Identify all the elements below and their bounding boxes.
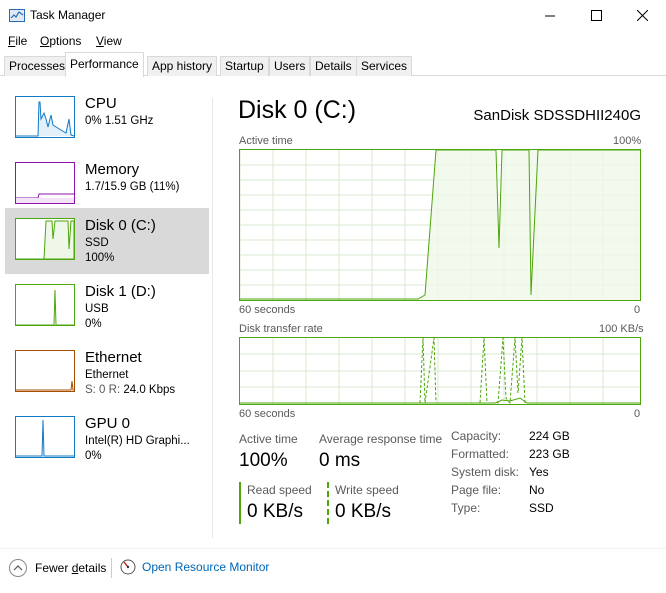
tab-startup[interactable]: Startup — [220, 56, 269, 76]
sidebar-subtitle: Ethernet — [85, 369, 129, 381]
property-value: 224 GB — [529, 429, 570, 443]
active-time-graph-label: Active time — [239, 135, 293, 147]
tab-users[interactable]: Users — [269, 56, 311, 76]
sidebar-subtitle: SSD — [85, 237, 109, 249]
property-key: Type: — [451, 501, 481, 515]
tab-processes[interactable]: Processes — [4, 56, 71, 76]
tab-app-history[interactable]: App history — [147, 56, 218, 76]
sidebar-title: CPU — [85, 95, 117, 112]
disk-0-thumbnail-graph — [15, 218, 75, 260]
sidebar-item-gpu-0[interactable]: GPU 0 Intel(R) HD Graphi... 0% — [5, 406, 209, 472]
sidebar-detail: 0% — [85, 318, 102, 330]
menu-options-rest: ptions — [49, 34, 82, 48]
property-key: Page file: — [451, 483, 502, 497]
sidebar-title: Ethernet — [85, 349, 142, 366]
resource-monitor-icon — [120, 559, 136, 575]
property-key: System disk: — [451, 465, 520, 479]
task-manager-app-icon — [9, 9, 25, 22]
sidebar-title: Memory — [85, 161, 140, 178]
fewer-details-button[interactable]: Fewer details — [9, 559, 106, 577]
transfer-rate-graph-min: 0 — [634, 408, 641, 420]
minimize-button[interactable] — [527, 0, 573, 31]
tab-performance[interactable]: Performance — [65, 52, 144, 77]
close-button[interactable] — [619, 0, 665, 31]
transfer-rate-graph-label: Disk transfer rate — [239, 323, 323, 335]
active-time-graph-min: 0 — [634, 304, 641, 316]
write-speed-value: 0 KB/s — [335, 501, 391, 522]
sidebar-subtitle: 1.7/15.9 GB (11%) — [85, 181, 180, 193]
active-time-graph-timespan: 60 seconds — [239, 304, 296, 316]
transfer-rate-graph — [239, 337, 641, 405]
menu-file[interactable]: File — [8, 34, 27, 48]
sidebar-detail: 100% — [85, 252, 115, 264]
footer-divider — [0, 548, 666, 549]
open-resource-monitor-link[interactable]: Open Resource Monitor — [120, 559, 269, 575]
transfer-rate-graph-max: 100 KB/s — [599, 323, 644, 335]
window-title: Task Manager — [30, 8, 106, 22]
tab-details[interactable]: Details — [310, 56, 357, 76]
fewer-details-label: Fewer details — [35, 561, 107, 575]
menu-options[interactable]: Options — [40, 34, 81, 48]
sidebar-subtitle: Intel(R) HD Graphi... — [85, 435, 190, 447]
read-speed-label: Read speed — [247, 483, 312, 497]
sidebar-item-disk-1[interactable]: Disk 1 (D:) USB 0% — [5, 274, 209, 340]
page-title: Disk 0 (C:) — [238, 96, 357, 124]
menu-view-rest: iew — [103, 34, 122, 48]
chevron-up-icon — [9, 559, 27, 577]
menu-options-accel: O — [40, 34, 50, 48]
ethernet-receive-value: 24.0 Kbps — [123, 384, 176, 396]
disk-1-thumbnail-graph — [15, 284, 75, 326]
read-speed-indicator — [239, 482, 241, 524]
property-key: Capacity: — [451, 429, 502, 443]
sidebar-detail: 0% — [85, 450, 102, 462]
resource-sidebar: CPU 0% 1.51 GHz Memory 1.7/15.9 GB (11%)… — [0, 76, 212, 538]
sidebar-subtitle: USB — [85, 303, 109, 315]
tab-bar: Processes Performance App history Startu… — [0, 52, 666, 77]
active-time-graph — [239, 149, 641, 301]
avg-response-time-label: Average response time — [319, 432, 443, 446]
property-value: Yes — [529, 465, 549, 479]
ethernet-send-receive-prefix: S: 0 R: — [85, 384, 124, 396]
read-speed-value: 0 KB/s — [247, 501, 303, 522]
active-time-graph-max: 100% — [613, 135, 642, 147]
menu-file-rest: ile — [15, 34, 28, 48]
memory-thumbnail-graph — [15, 162, 75, 204]
active-time-value: 100% — [239, 450, 288, 471]
menu-view[interactable]: View — [96, 34, 122, 48]
sidebar-title: GPU 0 — [85, 415, 131, 432]
transfer-rate-graph-timespan: 60 seconds — [239, 408, 296, 420]
title-bar: Task Manager — [0, 0, 666, 31]
minimize-icon — [545, 15, 555, 16]
sidebar-title: Disk 1 (D:) — [85, 283, 156, 300]
sidebar-subtitle: 0% 1.51 GHz — [85, 115, 154, 127]
property-key: Formatted: — [451, 447, 510, 461]
footer-separator — [111, 558, 112, 578]
sidebar-title: Disk 0 (C:) — [85, 217, 156, 234]
write-speed-indicator — [327, 482, 329, 524]
property-value: 223 GB — [529, 447, 570, 461]
menu-view-accel: V — [96, 34, 104, 48]
close-icon — [636, 10, 648, 21]
write-speed-label: Write speed — [335, 483, 399, 497]
avg-response-time-value: 0 ms — [319, 450, 361, 471]
sidebar-item-disk-0[interactable]: Disk 0 (C:) SSD 100% — [5, 208, 209, 274]
sidebar-divider — [212, 98, 213, 538]
active-time-label: Active time — [239, 432, 298, 446]
disk-model-name: SanDisk SDSSDHII240G — [473, 107, 641, 124]
open-resource-monitor-label: Open Resource Monitor — [142, 560, 270, 574]
ethernet-thumbnail-graph — [15, 350, 75, 392]
maximize-icon — [590, 10, 602, 21]
sidebar-item-ethernet[interactable]: Ethernet Ethernet S: 0 R: 24.0 Kbps — [5, 340, 209, 406]
property-value: No — [529, 483, 545, 497]
cpu-thumbnail-graph — [15, 96, 75, 138]
menu-bar: File Options View — [0, 31, 666, 52]
tab-services[interactable]: Services — [356, 56, 413, 76]
maximize-button[interactable] — [573, 0, 619, 31]
property-value: SSD — [529, 501, 554, 515]
sidebar-item-cpu[interactable]: CPU 0% 1.51 GHz — [5, 86, 209, 152]
gpu-thumbnail-graph — [15, 416, 75, 458]
sidebar-detail: S: 0 R: 24.0 Kbps — [85, 384, 175, 396]
